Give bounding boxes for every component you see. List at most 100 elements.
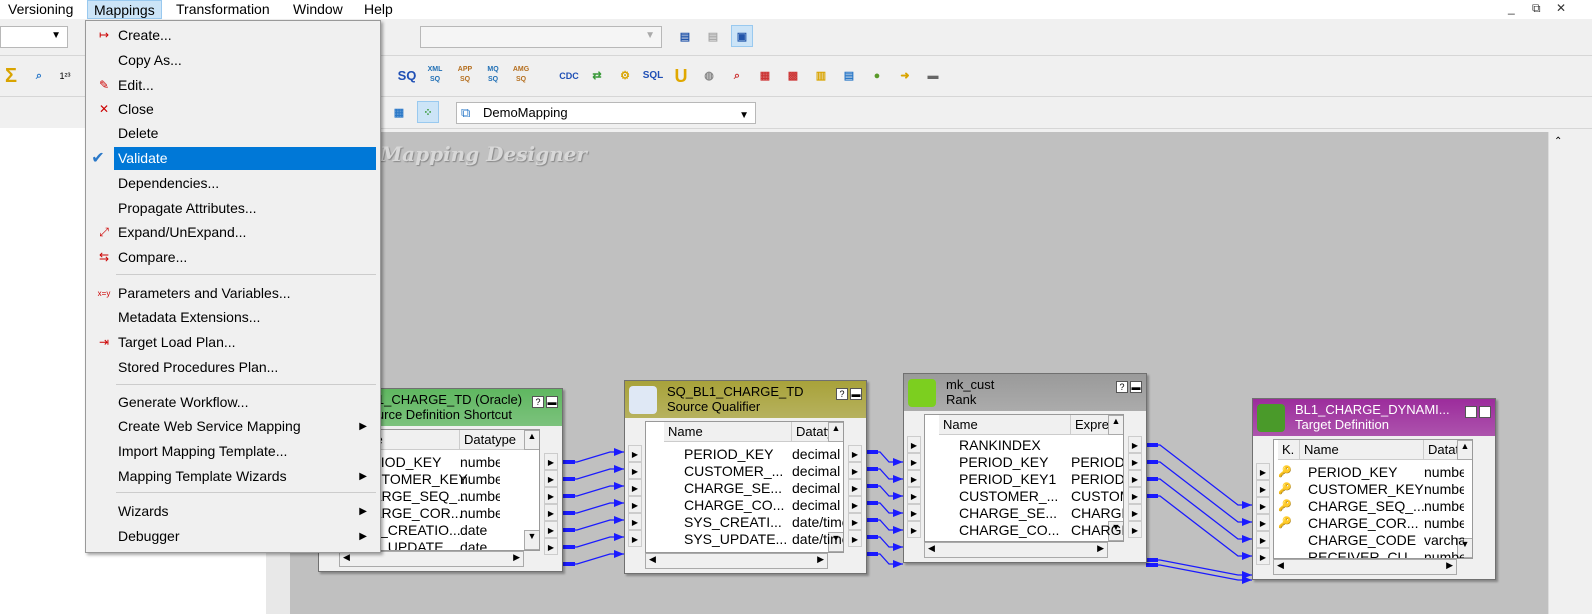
port-link[interactable]	[1146, 444, 1252, 506]
scroll-right-icon[interactable]: ▶	[513, 552, 520, 563]
scroll-down-icon[interactable]: ▼	[524, 530, 539, 550]
output-port[interactable]: ▶	[544, 470, 558, 487]
port-row[interactable]: 🔑 CUSTOMER_KEYnumber	[1274, 481, 1464, 498]
port-link[interactable]	[1146, 495, 1252, 557]
transformation-source-qualifier[interactable]: SQ_BL1_CHARGE_TD Source Qualifier ? ▬ ▶ ▶ ▶ ▶…	[624, 380, 867, 574]
minimize-transformation-button[interactable]: ▬	[1130, 381, 1142, 393]
menu-item-expand-unexpand[interactable]: Expand/UnExpand... ⤢	[88, 221, 377, 244]
output-port[interactable]: ▶	[1128, 504, 1142, 521]
port-row[interactable]: CHARGE_CO... CHARGE	[925, 522, 1123, 539]
minimize-transformation-button[interactable]: ▬	[1479, 406, 1491, 418]
transformation-header[interactable]: SQ_BL1_CHARGE_TD Source Qualifier ? ▬	[625, 381, 866, 418]
scroll-left-icon[interactable]: ◀	[343, 552, 350, 563]
menu-item-create[interactable]: Create... ↦	[88, 24, 377, 47]
horizontal-scrollbar[interactable]: ◀ ▶	[924, 542, 1108, 558]
transformation-rank[interactable]: mk_cust Rank ?▬▶▶▶▶▶▶▶▶▶▶▶▶NameExpressio…	[903, 373, 1147, 563]
column-header[interactable]: Name	[939, 415, 1071, 435]
menu-item-mapping-template-wizards[interactable]: Mapping Template Wizards ▶	[88, 465, 377, 488]
column-header[interactable]: Name	[664, 422, 792, 442]
transformation-header[interactable]: BL1_CHARGE_DYNAMI... Target Definition ?…	[1253, 399, 1495, 436]
column-header[interactable]: Expression	[1071, 415, 1123, 435]
output-port[interactable]: ▶	[1128, 521, 1142, 538]
column-header[interactable]: Datatype	[460, 430, 525, 450]
minimize-transformation-button[interactable]: ▬	[850, 388, 862, 400]
menu-item-generate-workflow[interactable]: Generate Workflow...	[88, 391, 377, 414]
port-link[interactable]	[1146, 461, 1252, 523]
output-port[interactable]: ▶	[1128, 453, 1142, 470]
help-button[interactable]: ?	[532, 396, 544, 408]
port-row[interactable]: SYS_UPDATE... date/time	[646, 531, 843, 548]
horizontal-scrollbar[interactable]: ◀ ▶	[1273, 559, 1457, 575]
scroll-up-icon[interactable]: ▲	[1457, 440, 1472, 460]
horizontal-scrollbar[interactable]: ◀ ▶	[645, 553, 828, 569]
input-port[interactable]: ▶	[628, 462, 642, 479]
input-port[interactable]: ▶	[907, 487, 921, 504]
output-port[interactable]: ▶	[848, 479, 862, 496]
menu-item-edit[interactable]: Edit... ✎	[88, 74, 377, 97]
scroll-right-icon[interactable]: ▶	[1097, 543, 1104, 554]
input-port[interactable]: ▶	[907, 453, 921, 470]
port-row[interactable]: 🔑 CHARGE_SEQ_...number	[1274, 498, 1464, 515]
port-row[interactable]: SYS_CREATI... date/time	[646, 514, 843, 531]
input-port[interactable]: ▶	[1256, 497, 1270, 514]
port-row[interactable]: CHARGE_CO... decimal	[646, 497, 840, 514]
output-port[interactable]: ▶	[848, 445, 862, 462]
menu-item-parameters-and-variables[interactable]: Parameters and Variables... x=y	[88, 282, 377, 305]
menu-item-copy-as[interactable]: Copy As...	[88, 49, 377, 72]
menu-item-validate[interactable]: Validate ✔	[91, 147, 376, 170]
output-port[interactable]: ▶	[1128, 436, 1142, 453]
output-port[interactable]: ▶	[848, 530, 862, 547]
input-port[interactable]: ▶	[628, 496, 642, 513]
port-row[interactable]: CUSTOMER_... CUSTOM	[925, 488, 1123, 505]
output-port[interactable]: ▶	[848, 462, 862, 479]
output-port[interactable]: ▶	[544, 538, 558, 555]
input-port[interactable]: ▶	[1256, 480, 1270, 497]
help-button[interactable]: ?	[836, 388, 848, 400]
scroll-left-icon[interactable]: ◀	[928, 543, 935, 554]
port-row[interactable]: PERIOD_KEY1 PERIOD_	[925, 471, 1123, 488]
scroll-right-icon[interactable]: ▶	[817, 554, 824, 565]
output-port[interactable]: ▶	[1128, 470, 1142, 487]
port-row[interactable]: CHARGE_SE... CHARGE	[925, 505, 1123, 522]
output-port[interactable]: ▶	[544, 453, 558, 470]
input-port[interactable]: ▶	[1256, 463, 1270, 480]
input-port[interactable]: ▶	[907, 436, 921, 453]
menu-item-dependencies[interactable]: Dependencies...	[88, 172, 377, 195]
scroll-left-icon[interactable]: ◀	[1277, 560, 1284, 571]
port-row[interactable]: 🔑 CHARGE_COR... number	[1274, 515, 1464, 532]
menu-item-compare[interactable]: Compare... ⇆	[88, 246, 377, 269]
column-header[interactable]: Datatype	[792, 422, 843, 442]
scroll-right-icon[interactable]: ▶	[1446, 560, 1453, 571]
menu-item-debugger[interactable]: Debugger ▶	[88, 525, 377, 548]
menu-item-propagate-attributes[interactable]: Propagate Attributes...	[88, 197, 377, 220]
port-row[interactable]: PERIOD_KEY decimal	[646, 446, 840, 463]
scroll-up-icon[interactable]: ▲	[1108, 415, 1123, 435]
menu-item-close[interactable]: Close ✕	[88, 98, 377, 121]
column-header[interactable]: Name	[1300, 440, 1424, 460]
port-row[interactable]: PERIOD_KEY PERIOD_	[925, 454, 1123, 471]
column-header[interactable]: Datatype	[1424, 440, 1472, 460]
scroll-left-icon[interactable]: ◀	[649, 554, 656, 565]
port-row[interactable]: CUSTOMER_... decimal	[646, 463, 840, 480]
transformation-target-definition[interactable]: BL1_CHARGE_DYNAMI... Target Definition ?…	[1252, 398, 1496, 580]
transformation-header[interactable]: mk_cust Rank ? ▬	[904, 374, 1146, 411]
output-port[interactable]: ▶	[848, 496, 862, 513]
scroll-up-icon[interactable]: ▲	[524, 430, 539, 450]
help-button[interactable]: ?	[1465, 406, 1477, 418]
input-port[interactable]: ▶	[628, 513, 642, 530]
menu-item-wizards[interactable]: Wizards ▶	[88, 500, 377, 523]
output-port[interactable]: ▶	[544, 487, 558, 504]
menu-item-delete[interactable]: Delete	[88, 122, 377, 145]
port-link[interactable]	[1146, 478, 1252, 540]
output-port[interactable]: ▶	[848, 513, 862, 530]
input-port[interactable]: ▶	[628, 530, 642, 547]
port-row[interactable]: RANKINDEX	[925, 437, 1107, 454]
menu-item-create-web-service-mapping[interactable]: Create Web Service Mapping ▶	[88, 415, 377, 438]
input-port[interactable]: ▶	[628, 479, 642, 496]
horizontal-scrollbar[interactable]: ◀ ▶	[339, 551, 524, 567]
input-port[interactable]: ▶	[1256, 514, 1270, 531]
output-port[interactable]: ▶	[1128, 487, 1142, 504]
scroll-up-icon[interactable]: ▲	[828, 422, 843, 442]
output-port[interactable]: ▶	[544, 504, 558, 521]
menu-item-stored-procedures-plan[interactable]: Stored Procedures Plan...	[88, 356, 377, 379]
